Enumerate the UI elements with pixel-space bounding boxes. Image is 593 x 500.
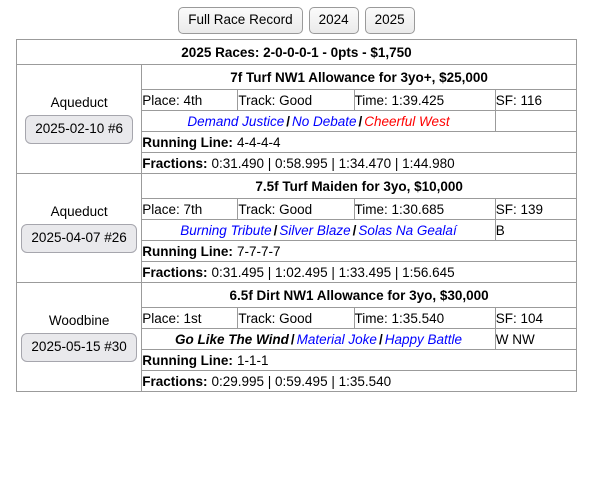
view-tab-bar: Full Race Record 2024 2025 (0, 0, 593, 34)
race-title: 7.5f Turf Maiden for 3yo, $10,000 (141, 173, 577, 199)
race-speed-figure: SF: 139 (494, 198, 578, 220)
race-place: Place: 4th (141, 89, 239, 111)
race-top-finishers: Burning Tribute / Silver Blaze / Solas Na Ge… (141, 219, 496, 241)
race-top-finishers: Go Like The Wind / Material Joke / Happy Bat… (141, 328, 496, 350)
race-fractions: Fractions: 0:31.495 | 1:02.495 | 1:33.495… (141, 261, 577, 283)
horse-name-link[interactable]: Silver Blaze (279, 223, 350, 238)
race-place: Place: 7th (141, 198, 239, 220)
fractions-value: 0:31.490 | 0:58.995 | 1:34.470 | 1:44.98… (211, 155, 455, 171)
race-title-row: Aqueduct 2025-04-07 #26 7.5f Turf Maiden… (15, 173, 577, 283)
fractions-value: 0:31.495 | 1:02.495 | 1:33.495 | 1:56.64… (211, 264, 455, 280)
running-line-value: 7-7-7-7 (236, 243, 281, 259)
race-title-row: Woodbine 2025-05-15 #30 6.5f Dirt NW1 Al… (15, 282, 577, 392)
race-running-line: Running Line: 4-4-4-4 (141, 131, 577, 153)
race-track-condition: Track: Good (237, 198, 355, 220)
running-line-label: Running Line: (142, 352, 233, 368)
race-place: Place: 1st (141, 307, 239, 329)
season-summary: 2025 Races: 2-0-0-0-1 - 0pts - $1,750 (16, 39, 577, 65)
horse-name-link[interactable]: Happy Battle (385, 332, 462, 347)
race-venue-cell: Woodbine 2025-05-15 #30 (15, 282, 143, 392)
race-title-row: Aqueduct 2025-02-10 #6 7f Turf NW1 Allow… (15, 64, 577, 174)
race-time: Time: 1:39.425 (353, 89, 496, 111)
horse-name-link[interactable]: Burning Tribute (180, 223, 271, 238)
race-speed-figure: SF: 116 (494, 89, 578, 111)
race-track-condition: Track: Good (237, 307, 355, 329)
venue-name: Aqueduct (50, 204, 108, 220)
races-container: Aqueduct 2025-02-10 #6 7f Turf NW1 Allow… (15, 64, 578, 392)
race-top-finishers: Demand Justice / No Debate / Cheerful West (141, 110, 496, 132)
race-speed-figure: SF: 104 (494, 307, 578, 329)
tab-2024[interactable]: 2024 (308, 7, 359, 34)
horse-separator: / (290, 331, 295, 347)
race-record-body: 2025 Races: 2-0-0-0-1 - 0pts - $1,750 (16, 39, 577, 65)
race-equipment-flag: W NW (494, 328, 578, 350)
horse-name-link[interactable]: No Debate (292, 114, 357, 129)
race-venue-cell: Aqueduct 2025-02-10 #6 (15, 64, 143, 174)
venue-name: Aqueduct (50, 95, 108, 111)
horse-separator: / (378, 331, 383, 347)
race-title: 7f Turf NW1 Allowance for 3yo+, $25,000 (141, 64, 577, 90)
horse-name-link[interactable]: Demand Justice (187, 114, 284, 129)
race-equipment-flag: B (494, 219, 578, 241)
season-summary-row: 2025 Races: 2-0-0-0-1 - 0pts - $1,750 (16, 39, 577, 65)
race-title: 6.5f Dirt NW1 Allowance for 3yo, $30,000 (141, 282, 577, 308)
running-line-label: Running Line: (142, 243, 233, 259)
fractions-label: Fractions: (142, 264, 208, 280)
fractions-label: Fractions: (142, 155, 208, 171)
horse-name-link[interactable]: Solas Na Gealaí (358, 223, 456, 238)
race-date-button-0[interactable]: 2025-02-10 #6 (25, 115, 134, 144)
tab-full-race-record[interactable]: Full Race Record (178, 7, 303, 34)
horse-name-link[interactable]: Material Joke (297, 332, 377, 347)
race-fractions: Fractions: 0:29.995 | 0:59.495 | 1:35.540 (141, 370, 577, 392)
venue-name: Woodbine (48, 313, 110, 329)
fractions-label: Fractions: (142, 373, 208, 389)
horse-separator: / (286, 113, 290, 129)
horse-name-subject: Go Like The Wind (174, 331, 289, 347)
race-time: Time: 1:30.685 (353, 198, 496, 220)
fractions-value: 0:29.995 | 0:59.495 | 1:35.540 (211, 373, 392, 389)
running-line-value: 1-1-1 (236, 352, 269, 368)
race-track-condition: Track: Good (237, 89, 355, 111)
race-running-line: Running Line: 7-7-7-7 (141, 240, 577, 262)
race-running-line: Running Line: 1-1-1 (141, 349, 577, 371)
race-time: Time: 1:35.540 (353, 307, 496, 329)
running-line-label: Running Line: (142, 134, 233, 150)
race-record-table: 2025 Races: 2-0-0-0-1 - 0pts - $1,750 Aq… (15, 39, 578, 392)
tab-2025[interactable]: 2025 (364, 7, 415, 34)
race-venue-cell: Aqueduct 2025-04-07 #26 (15, 173, 143, 283)
race-date-button-2[interactable]: 2025-05-15 #30 (21, 333, 137, 362)
race-equipment-flag (494, 110, 578, 132)
race-fractions: Fractions: 0:31.490 | 0:58.995 | 1:34.470… (141, 152, 577, 174)
horse-name-link[interactable]: Cheerful West (364, 114, 449, 129)
running-line-value: 4-4-4-4 (236, 134, 281, 150)
race-date-button-1[interactable]: 2025-04-07 #26 (21, 224, 137, 253)
